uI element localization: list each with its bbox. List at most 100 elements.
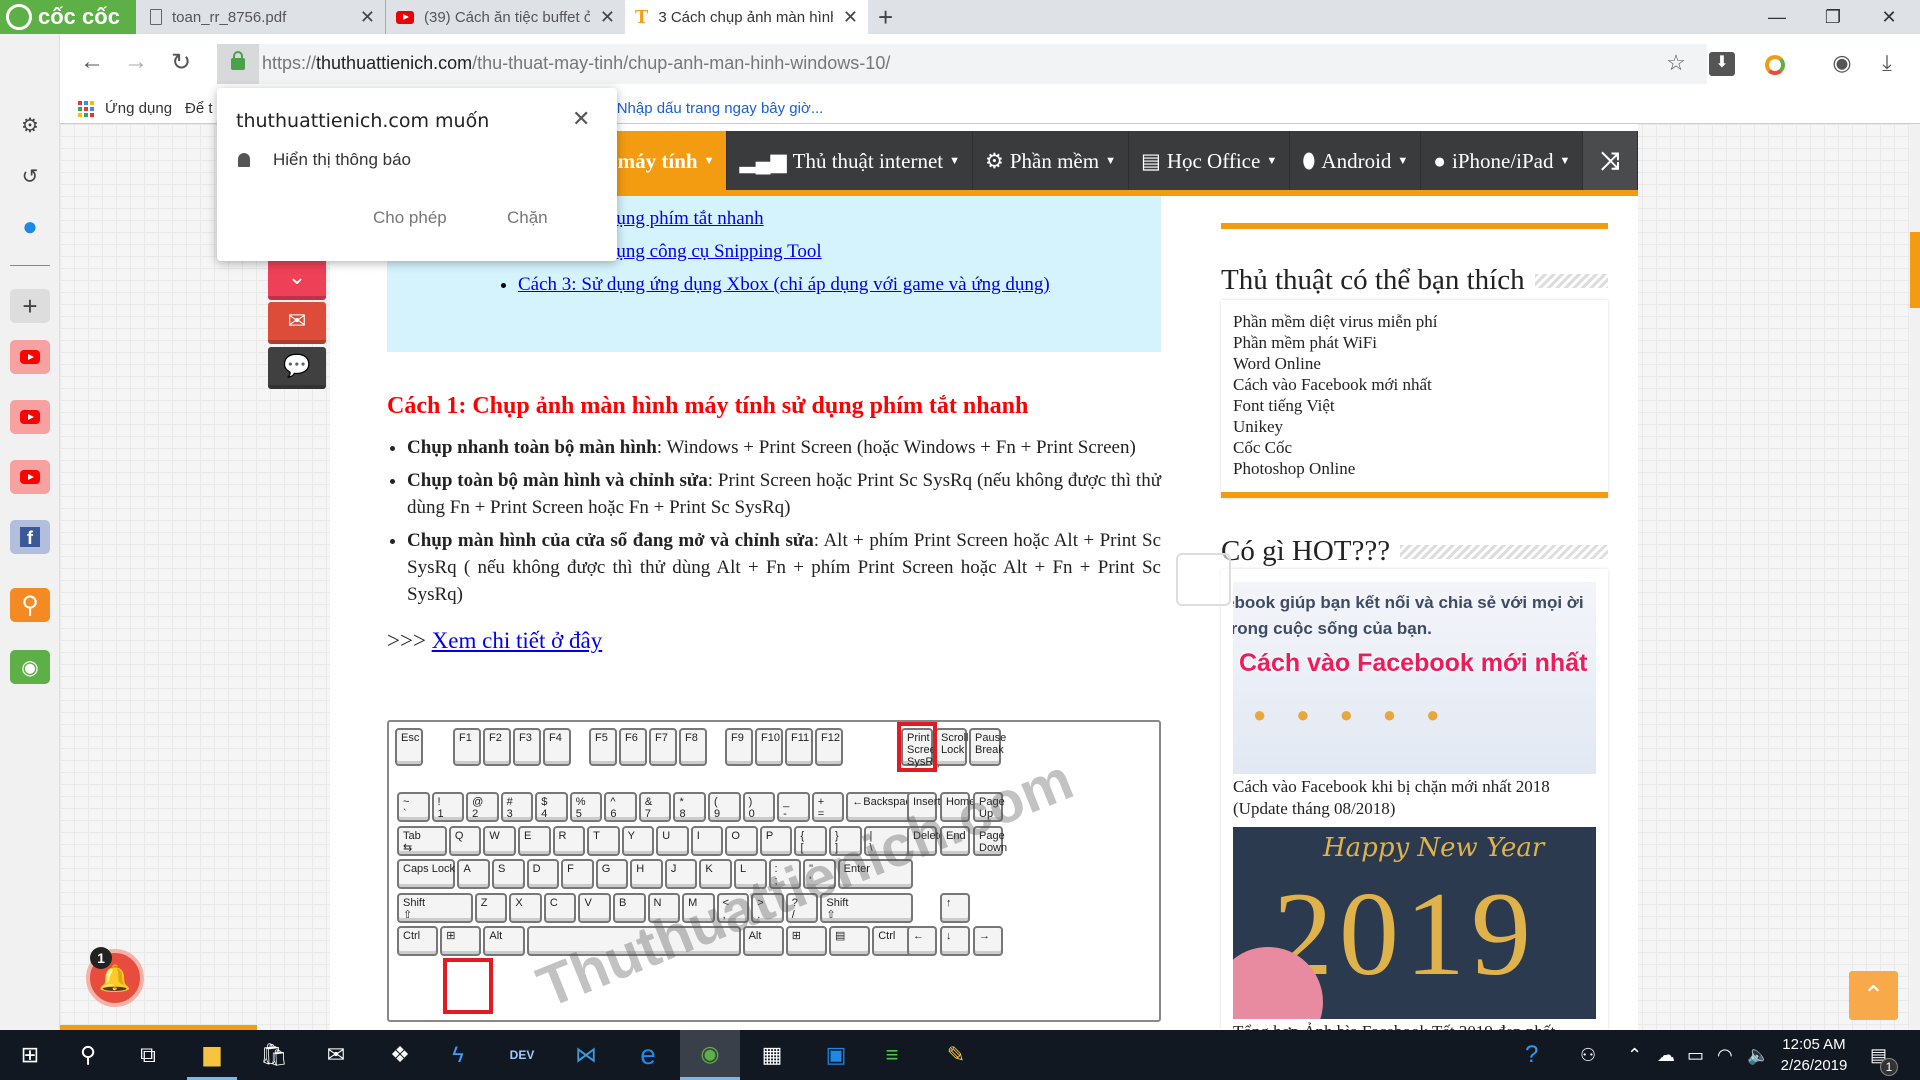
youtube-shortcut-3[interactable]: [10, 460, 50, 494]
maximize-button[interactable]: ❐: [1806, 0, 1860, 34]
apps-grid-icon[interactable]: [78, 101, 94, 117]
task-view-icon[interactable]: ⧉: [123, 1030, 173, 1080]
nav-item-android[interactable]: ⬮ Android ▼: [1290, 131, 1422, 191]
likes-link[interactable]: Cách vào Facebook mới nhất: [1233, 374, 1596, 395]
import-bookmarks-link[interactable]: Nhập dấu trang ngay bây giờ...: [617, 100, 824, 117]
search-shortcut-icon[interactable]: ⚲: [10, 588, 50, 622]
close-tab-icon[interactable]: ✕: [360, 7, 375, 28]
close-window-button[interactable]: ✕: [1862, 0, 1916, 34]
mail-icon[interactable]: ✉: [311, 1030, 361, 1080]
print-screen-highlight: [897, 722, 937, 772]
youtube-shortcut-1[interactable]: [10, 340, 50, 374]
facebook-article-thumbnail[interactable]: ebook giúp bạn kết nối và chia sẻ với mọ…: [1233, 582, 1596, 774]
keyboard-key: % 5: [569, 792, 603, 822]
tab-active[interactable]: T 3 Cách chụp ảnh màn hình ✕: [625, 0, 868, 34]
tab-pdf[interactable]: toan_rr_8756.pdf ✕: [140, 0, 385, 34]
keyboard-key: F4: [543, 728, 571, 766]
scrollbar-thumb[interactable]: [1910, 232, 1920, 308]
messenger-icon[interactable]: ●: [10, 209, 50, 243]
vscode-icon[interactable]: ⋈: [561, 1030, 611, 1080]
nav-item-thu-thuat-internet[interactable]: ▂▄▆ Thủ thuật internet ▼: [727, 131, 973, 191]
volume-icon[interactable]: 🔈: [1747, 1030, 1769, 1080]
nav-item-phan-mem[interactable]: ⚙ Phần mềm ▼: [973, 131, 1129, 191]
people-icon[interactable]: ⚇: [1580, 1030, 1596, 1080]
coccoc-taskbar-icon[interactable]: ◉: [680, 1030, 740, 1080]
read-more-link[interactable]: Xem chi tiết ở đây: [432, 628, 603, 653]
nav-item-iphone[interactable]: ● iPhone/iPad ▼: [1421, 131, 1584, 191]
pocket-share-button[interactable]: ⌄: [268, 258, 326, 300]
dropbox-icon[interactable]: ❖: [375, 1030, 425, 1080]
back-button[interactable]: ←: [77, 48, 107, 76]
bell-icon: [238, 153, 250, 167]
green-app-icon[interactable]: ≡: [867, 1030, 917, 1080]
dev-cpp-icon[interactable]: DEV: [497, 1030, 547, 1080]
minimize-button[interactable]: —: [1750, 0, 1804, 34]
virtualbox-icon[interactable]: ▣: [811, 1030, 861, 1080]
settings-gear-icon[interactable]: ⚙: [10, 108, 50, 142]
brand-label: cốc cốc: [38, 4, 120, 29]
random-post-shuffle-icon[interactable]: ⤨: [1583, 131, 1638, 191]
store-icon[interactable]: 🛍: [249, 1030, 299, 1080]
battery-icon[interactable]: ▭: [1687, 1030, 1704, 1080]
file-explorer-icon[interactable]: ▆: [187, 1030, 237, 1080]
wifi-icon[interactable]: ◠: [1717, 1030, 1733, 1080]
likes-link[interactable]: Phần mềm phát WiFi: [1233, 332, 1596, 353]
tray-chevron-icon[interactable]: ⌃: [1627, 1030, 1642, 1080]
block-button[interactable]: Chặn: [507, 208, 548, 228]
add-shortcut-button[interactable]: +: [10, 289, 50, 323]
youtube-shortcut-2[interactable]: [10, 400, 50, 434]
help-icon[interactable]: ?: [1525, 1030, 1538, 1080]
section-heading: Cách 1: Chụp ảnh màn hình máy tính sử dụ…: [387, 393, 1029, 419]
new-year-thumbnail[interactable]: Happy New Year 2019: [1233, 827, 1596, 1019]
reload-button[interactable]: ↻: [166, 48, 196, 77]
bookmark-apps[interactable]: Ứng dụng: [105, 100, 172, 117]
back-to-top-button[interactable]: ⌃: [1849, 971, 1898, 1020]
tools-app-icon[interactable]: ✎: [931, 1030, 981, 1080]
likes-link[interactable]: Cốc Cốc: [1233, 437, 1596, 458]
hot-caption[interactable]: Tổng hợp Ảnh bìa Facebook Tết 2019 đẹp n…: [1233, 1021, 1596, 1030]
taskbar-clock[interactable]: 12:05 AM 2/26/2019: [1772, 1034, 1856, 1076]
onedrive-icon[interactable]: ☁: [1657, 1030, 1675, 1080]
close-popup-icon[interactable]: ✕: [572, 106, 590, 132]
forward-button[interactable]: →: [121, 48, 151, 76]
coccoc-map-icon[interactable]: ◉: [10, 650, 50, 684]
extension-icon[interactable]: [1765, 55, 1785, 75]
likes-link[interactable]: Photoshop Online: [1233, 458, 1596, 479]
keyboard-key: + =: [811, 792, 845, 822]
unikey-icon[interactable]: ▦: [747, 1030, 797, 1080]
likes-link[interactable]: Phần mềm diệt virus miễn phí: [1233, 311, 1596, 332]
toc-link[interactable]: Cách 3: Sử dụng ứng dụng Xbox (chỉ áp dụ…: [518, 274, 1050, 295]
lightning-app-icon[interactable]: ϟ: [433, 1030, 483, 1080]
account-icon[interactable]: ◉: [1827, 50, 1857, 76]
toc-toggle-icon[interactable]: [1176, 553, 1231, 606]
new-tab-button[interactable]: +: [878, 2, 893, 33]
downloads-icon[interactable]: ⤓: [1872, 50, 1902, 76]
likes-link[interactable]: Unikey: [1233, 416, 1596, 437]
facebook-shortcut[interactable]: f: [10, 520, 50, 554]
thuthuat-icon: T: [635, 5, 649, 28]
nav-item-hoc-office[interactable]: ▤ Học Office ▼: [1129, 131, 1291, 191]
allow-button[interactable]: Cho phép: [373, 208, 447, 228]
email-share-button[interactable]: ✉: [268, 302, 326, 344]
savefrom-icon[interactable]: ⬇: [1709, 52, 1735, 76]
sidebar-divider: [10, 265, 50, 266]
comment-share-button[interactable]: 💬: [268, 347, 326, 389]
edge-icon[interactable]: e: [623, 1030, 673, 1080]
close-tab-icon[interactable]: ✕: [843, 7, 858, 28]
search-icon[interactable]: ⚲: [63, 1030, 113, 1080]
coccoc-menu-button[interactable]: cốc cốc: [0, 0, 136, 34]
url-text[interactable]: https://thuthuattienich.com/thu-thuat-ma…: [262, 53, 890, 74]
likes-link[interactable]: Font tiếng Việt: [1233, 395, 1596, 416]
likes-heading: Thủ thuật có thể bạn thích: [1221, 264, 1608, 297]
history-icon[interactable]: ↺: [10, 159, 50, 193]
keyboard-key: Z: [474, 892, 508, 923]
bookmark-star-icon[interactable]: ☆: [1661, 50, 1691, 76]
hot-heading: Có gì HOT???: [1221, 535, 1608, 568]
keyboard-key: F8: [679, 728, 707, 766]
hot-caption[interactable]: Cách vào Facebook khi bị chặn mới nhất 2…: [1233, 776, 1596, 820]
keyboard-key: ( 9: [708, 792, 741, 822]
start-windows-icon[interactable]: ⊞: [5, 1030, 55, 1080]
tab-youtube[interactable]: (39) Cách ăn tiệc buffet ở ✕: [385, 0, 625, 34]
close-tab-icon[interactable]: ✕: [600, 7, 615, 28]
likes-link[interactable]: Word Online: [1233, 353, 1596, 374]
